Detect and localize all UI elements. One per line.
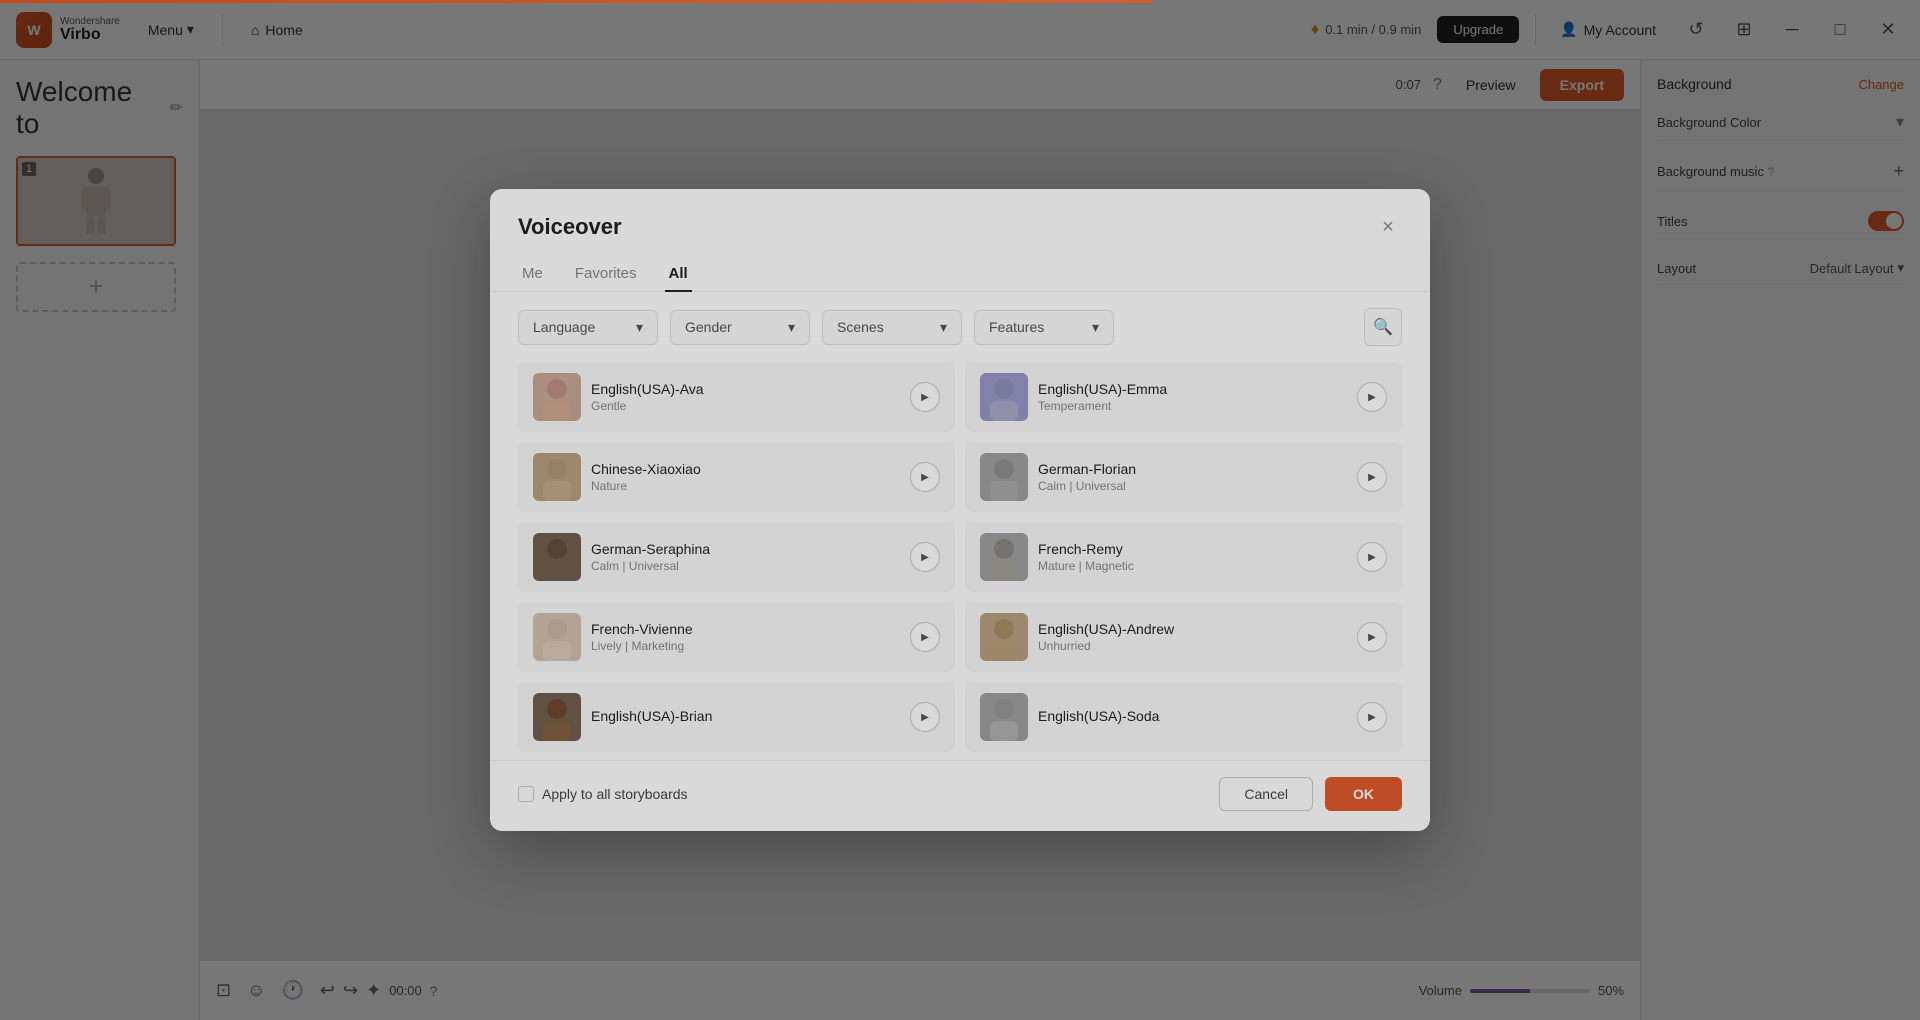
tab-favorites[interactable]: Favorites bbox=[571, 257, 641, 292]
voice-card-remy[interactable]: French-Remy Mature | Magnetic ▶ bbox=[965, 522, 1402, 592]
voice-card-florian[interactable]: German-Florian Calm | Universal ▶ bbox=[965, 442, 1402, 512]
play-button-seraphina[interactable]: ▶ bbox=[910, 542, 940, 572]
voice-info-vivienne: French-Vivienne Lively | Marketing bbox=[591, 621, 900, 653]
ok-button[interactable]: OK bbox=[1325, 777, 1402, 811]
cancel-button[interactable]: Cancel bbox=[1219, 777, 1313, 811]
voice-card-seraphina[interactable]: German-Seraphina Calm | Universal ▶ bbox=[518, 522, 955, 592]
footer-buttons: Cancel OK bbox=[1219, 777, 1402, 811]
play-button-florian[interactable]: ▶ bbox=[1357, 462, 1387, 492]
voice-card-andrew[interactable]: English(USA)-Andrew Unhurried ▶ bbox=[965, 602, 1402, 672]
voice-card-emma[interactable]: English(USA)-Emma Temperament ▶ bbox=[965, 362, 1402, 432]
voice-avatar-remy bbox=[980, 533, 1028, 581]
play-button-soda[interactable]: ▶ bbox=[1357, 702, 1387, 732]
voice-avatar-seraphina bbox=[533, 533, 581, 581]
search-icon: 🔍 bbox=[1373, 317, 1393, 337]
language-filter[interactable]: Language ▾ bbox=[518, 310, 658, 345]
voice-info-andrew: English(USA)-Andrew Unhurried bbox=[1038, 621, 1347, 653]
voice-list: English(USA)-Ava Gentle ▶ English(USA)-E… bbox=[490, 362, 1430, 752]
play-button-vivienne[interactable]: ▶ bbox=[910, 622, 940, 652]
play-button-remy[interactable]: ▶ bbox=[1357, 542, 1387, 572]
voice-info-brian: English(USA)-Brian bbox=[591, 708, 900, 726]
voice-avatar-vivienne bbox=[533, 613, 581, 661]
language-chevron-icon: ▾ bbox=[636, 319, 643, 336]
voice-card-xiaoxiao[interactable]: Chinese-Xiaoxiao Nature ▶ bbox=[518, 442, 955, 512]
close-icon: × bbox=[1382, 216, 1394, 239]
voice-card-ava[interactable]: English(USA)-Ava Gentle ▶ bbox=[518, 362, 955, 432]
voice-card-brian[interactable]: English(USA)-Brian ▶ bbox=[518, 682, 955, 752]
gender-chevron-icon: ▾ bbox=[788, 319, 795, 336]
voice-card-soda[interactable]: English(USA)-Soda ▶ bbox=[965, 682, 1402, 752]
dialog-overlay: Voiceover × Me Favorites All bbox=[0, 0, 1920, 1020]
dialog-close-button[interactable]: × bbox=[1374, 213, 1402, 241]
play-button-andrew[interactable]: ▶ bbox=[1357, 622, 1387, 652]
voice-card-vivienne[interactable]: French-Vivienne Lively | Marketing ▶ bbox=[518, 602, 955, 672]
dialog-filters: Language ▾ Gender ▾ Scenes ▾ Features ▾ … bbox=[490, 292, 1430, 362]
voice-info-remy: French-Remy Mature | Magnetic bbox=[1038, 541, 1347, 573]
voice-avatar-brian bbox=[533, 693, 581, 741]
voice-avatar-ava bbox=[533, 373, 581, 421]
apply-all-checkbox[interactable] bbox=[518, 786, 534, 802]
voice-avatar-xiaoxiao bbox=[533, 453, 581, 501]
search-button[interactable]: 🔍 bbox=[1364, 308, 1402, 346]
voice-info-soda: English(USA)-Soda bbox=[1038, 708, 1347, 726]
voice-avatar-soda bbox=[980, 693, 1028, 741]
play-button-ava[interactable]: ▶ bbox=[910, 382, 940, 412]
play-button-emma[interactable]: ▶ bbox=[1357, 382, 1387, 412]
dialog-title: Voiceover bbox=[518, 214, 622, 240]
scenes-chevron-icon: ▾ bbox=[940, 319, 947, 336]
voice-info-florian: German-Florian Calm | Universal bbox=[1038, 461, 1347, 493]
tab-me[interactable]: Me bbox=[518, 257, 547, 292]
voice-info-ava: English(USA)-Ava Gentle bbox=[591, 381, 900, 413]
voice-avatar-andrew bbox=[980, 613, 1028, 661]
features-filter[interactable]: Features ▾ bbox=[974, 310, 1114, 345]
scenes-filter[interactable]: Scenes ▾ bbox=[822, 310, 962, 345]
voice-info-emma: English(USA)-Emma Temperament bbox=[1038, 381, 1347, 413]
play-button-brian[interactable]: ▶ bbox=[910, 702, 940, 732]
dialog-header: Voiceover × bbox=[490, 189, 1430, 241]
voice-avatar-florian bbox=[980, 453, 1028, 501]
voice-avatar-emma bbox=[980, 373, 1028, 421]
tab-all[interactable]: All bbox=[665, 257, 692, 292]
apply-all-option: Apply to all storyboards bbox=[518, 786, 688, 802]
dialog-tabs: Me Favorites All bbox=[490, 241, 1430, 292]
apply-all-label: Apply to all storyboards bbox=[542, 786, 688, 802]
voice-info-xiaoxiao: Chinese-Xiaoxiao Nature bbox=[591, 461, 900, 493]
features-chevron-icon: ▾ bbox=[1092, 319, 1099, 336]
gender-filter[interactable]: Gender ▾ bbox=[670, 310, 810, 345]
play-button-xiaoxiao[interactable]: ▶ bbox=[910, 462, 940, 492]
voice-info-seraphina: German-Seraphina Calm | Universal bbox=[591, 541, 900, 573]
dialog-footer: Apply to all storyboards Cancel OK bbox=[490, 760, 1430, 831]
voiceover-dialog: Voiceover × Me Favorites All bbox=[490, 189, 1430, 831]
